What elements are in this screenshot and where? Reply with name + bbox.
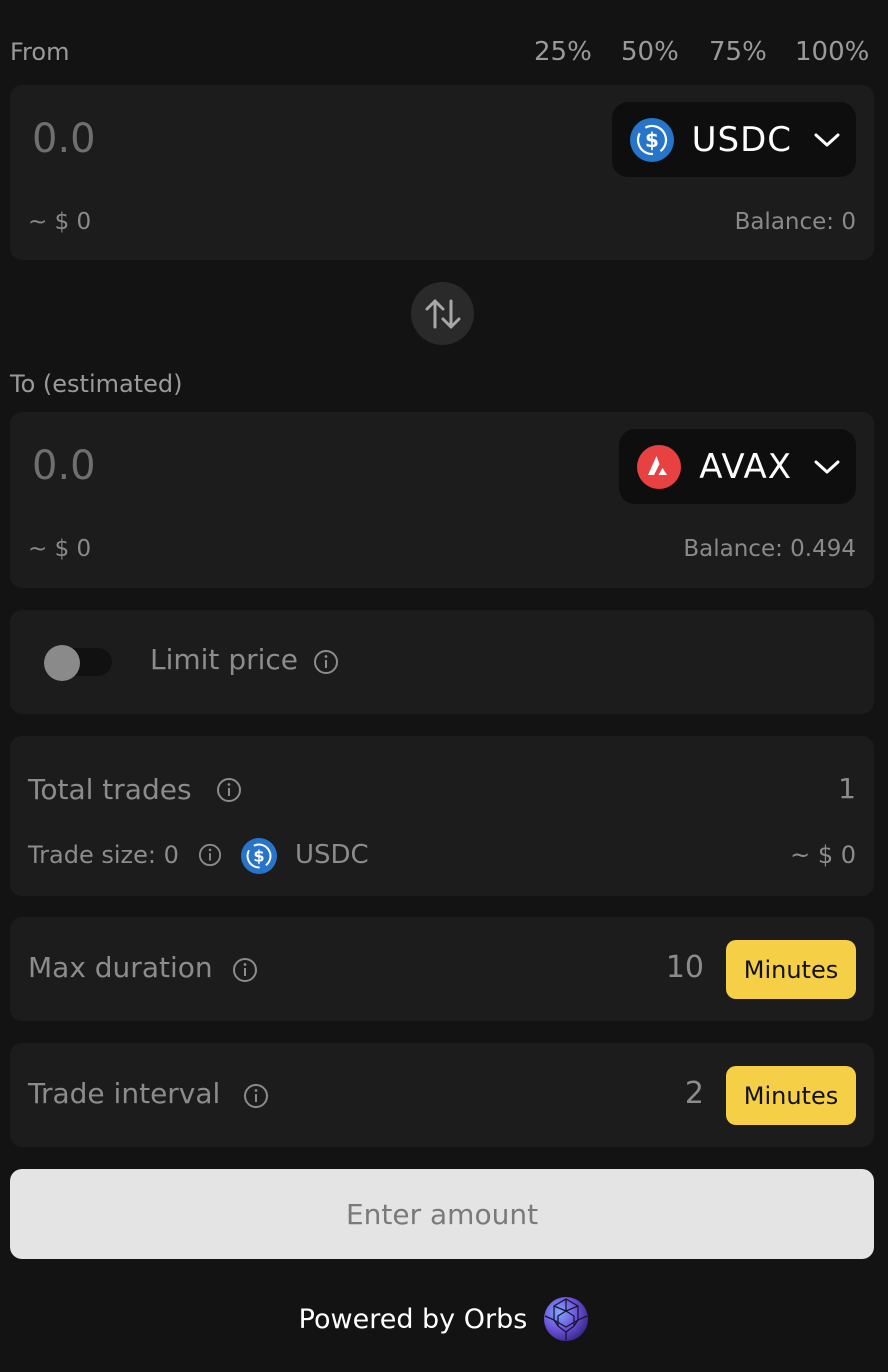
to-token-symbol: AVAX [699,446,792,487]
from-token-selector[interactable]: $ USDC [611,102,856,177]
trade-size-label: Trade size: 0 [28,841,179,869]
from-token-symbol: USDC [691,119,792,160]
info-icon[interactable] [232,957,258,983]
trade-size-token: USDC [295,840,369,870]
limit-price-label: Limit price [150,643,298,676]
powered-by-text: Powered by Orbs [298,1303,528,1335]
avax-icon [637,444,682,489]
info-icon[interactable] [198,843,222,867]
percent-100-button[interactable]: 100% [795,37,869,67]
trade-interval-card: Trade interval 2 Minutes [10,1043,874,1147]
svg-text:$: $ [253,847,264,866]
max-duration-unit-button[interactable]: Minutes [726,940,856,999]
from-card: 0.0 $ USDC ~ $ 0 Balance: 0 [10,85,874,260]
percent-75-button[interactable]: 75% [709,37,767,67]
info-icon[interactable] [243,1083,269,1109]
from-balance: Balance: 0 [734,209,856,235]
orbs-logo-icon[interactable] [543,1296,589,1342]
to-usd-value: ~ $ 0 [28,536,92,562]
limit-price-toggle[interactable] [44,645,112,681]
total-trades-label: Total trades [28,773,192,806]
trade-interval-unit-button[interactable]: Minutes [726,1066,856,1125]
info-icon[interactable] [313,649,339,675]
to-card: 0.0 AVAX ~ $ 0 Balance: 0.494 [10,412,874,588]
max-duration-card: Max duration 10 Minutes [10,917,874,1021]
chevron-down-icon [814,460,840,473]
to-label: To (estimated) [10,370,183,398]
info-icon[interactable] [216,777,242,803]
max-duration-input[interactable]: 10 [666,950,704,985]
limit-price-card: Limit price [10,610,874,714]
to-token-selector[interactable]: AVAX [619,429,856,504]
to-balance: Balance: 0.494 [683,536,856,562]
enter-amount-button[interactable]: Enter amount [10,1169,874,1259]
trade-interval-input[interactable]: 2 [685,1076,704,1111]
swap-direction-button[interactable] [411,282,474,345]
to-amount-input[interactable]: 0.0 [32,443,96,489]
trade-interval-label: Trade interval [28,1077,221,1110]
usdc-icon: $ [241,838,277,874]
chevron-down-icon [814,133,840,146]
trades-card: Total trades 1 Trade size: 0 $ USDC ~ $ … [10,736,874,896]
svg-text:$: $ [645,128,659,152]
total-trades-value[interactable]: 1 [838,772,856,805]
from-label: From [10,38,70,66]
percent-50-button[interactable]: 50% [621,37,679,67]
footer: Powered by Orbs [0,1296,888,1342]
swap-arrows-icon [425,299,460,328]
from-amount-input[interactable]: 0.0 [32,116,96,162]
trade-size-usd: ~ $ 0 [790,841,856,869]
toggle-knob [44,645,80,681]
usdc-icon: $ [629,117,674,162]
from-usd-value: ~ $ 0 [28,209,92,235]
percent-25-button[interactable]: 25% [534,37,592,67]
max-duration-label: Max duration [28,951,213,984]
